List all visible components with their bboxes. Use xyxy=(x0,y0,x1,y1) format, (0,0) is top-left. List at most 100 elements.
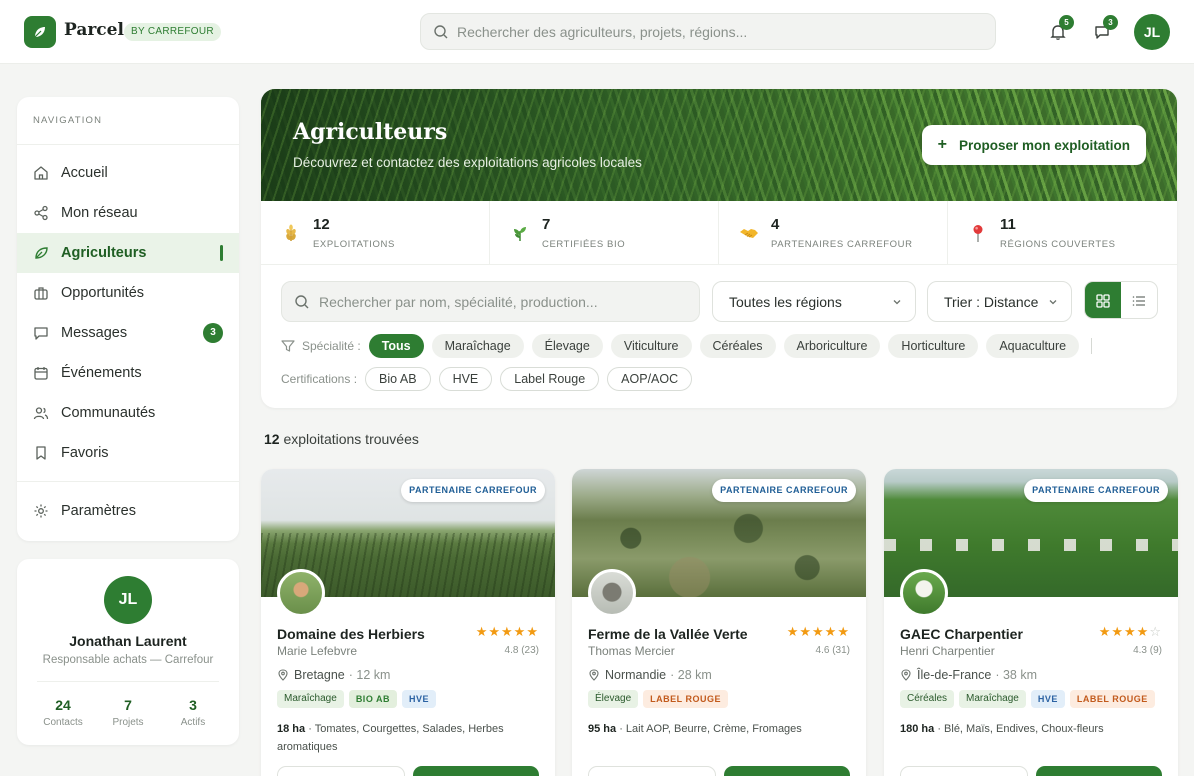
results-count-number: 12 xyxy=(264,431,280,447)
stat-value: 7 xyxy=(124,697,132,713)
sidebar-item-evenements[interactable]: Événements xyxy=(17,353,239,393)
search-icon xyxy=(295,294,309,308)
chip-arboriculture[interactable]: Arboriculture xyxy=(783,334,881,358)
rating-value: 4.3 (9) xyxy=(1133,645,1162,656)
sidebar-item-mon-reseau[interactable]: Mon réseau xyxy=(17,193,239,233)
sidebar-item-favoris[interactable]: Favoris xyxy=(17,433,239,473)
chip-label-rouge[interactable]: Label Rouge xyxy=(500,367,600,391)
stats-row: 12 EXPLOITATIONS 7 CERTIFIÉES BIO 4 PART… xyxy=(261,201,1177,265)
active-indicator xyxy=(220,245,223,261)
distance: · 38 km xyxy=(995,668,1038,682)
grid-view-button[interactable] xyxy=(1085,282,1121,318)
farm-card[interactable]: PARTENAIRE CARREFOUR GAEC Charpentier He… xyxy=(884,469,1178,776)
chip-elevage[interactable]: Élevage xyxy=(531,334,603,358)
sidebar-item-accueil[interactable]: Accueil xyxy=(17,153,239,193)
farm-description: 18 ha · Tomates, Courgettes, Salades, He… xyxy=(277,720,539,756)
stat-value: 24 xyxy=(55,697,71,713)
user-avatar[interactable]: JL xyxy=(1134,14,1170,50)
profile-stat-contacts[interactable]: 24 Contacts xyxy=(28,697,98,728)
results-count-text: exploitations trouvées xyxy=(283,431,419,447)
farm-name[interactable]: GAEC Charpentier xyxy=(900,626,1023,642)
farm-name[interactable]: Domaine des Herbiers xyxy=(277,626,425,642)
chip-aquaculture[interactable]: Aquaculture xyxy=(986,334,1080,358)
map-pin-icon xyxy=(901,669,911,681)
users-icon xyxy=(33,405,49,421)
farm-card[interactable]: PARTENAIRE CARREFOUR Domaine des Herbier… xyxy=(261,469,555,776)
primary-action-button[interactable] xyxy=(1036,766,1162,776)
search-icon xyxy=(434,24,448,38)
chip-maraichage[interactable]: Maraîchage xyxy=(431,334,524,358)
farm-location: Normandie · 28 km xyxy=(588,668,712,682)
results-count: 12 exploitations trouvées xyxy=(264,431,419,447)
list-view-button[interactable] xyxy=(1121,282,1157,318)
primary-action-button[interactable] xyxy=(724,766,850,776)
logo-text[interactable]: Parcel xyxy=(64,20,124,40)
map-pin-icon xyxy=(278,669,288,681)
farmer-name: Thomas Mercier xyxy=(588,644,675,658)
logo-leaf-icon[interactable] xyxy=(24,16,56,48)
specialty-filter-text: Spécialité : xyxy=(302,339,361,353)
farmer-avatar xyxy=(277,569,325,617)
farm-search-input[interactable]: Rechercher par nom, spécialité, producti… xyxy=(281,281,700,322)
secondary-action-button[interactable] xyxy=(588,766,716,776)
grid-icon xyxy=(1096,294,1110,308)
distance: · 28 km xyxy=(670,668,712,682)
sidebar-item-agriculteurs[interactable]: Agriculteurs xyxy=(17,233,239,273)
chip-hve[interactable]: HVE xyxy=(438,367,493,391)
sidebar-item-opportunites[interactable]: Opportunités xyxy=(17,273,239,313)
stat-label: Contacts xyxy=(43,717,83,728)
stat-partenaires-carrefour: 4 PARTENAIRES CARREFOUR xyxy=(719,201,948,265)
leaf-icon xyxy=(33,245,49,261)
sidebar-item-label: Événements xyxy=(61,365,142,381)
propose-exploitation-button[interactable]: + Proposer mon exploitation xyxy=(921,125,1146,165)
farm-surface: 180 ha xyxy=(900,723,935,735)
profile-stat-projets[interactable]: 7 Projets xyxy=(93,697,163,728)
map-pin-icon xyxy=(589,669,599,681)
stat-value: 7 xyxy=(542,216,551,233)
chip-tous[interactable]: Tous xyxy=(368,334,424,358)
farmer-name: Henri Charpentier xyxy=(900,644,995,658)
view-toggle xyxy=(1084,281,1158,319)
herb-icon xyxy=(510,223,530,243)
stat-exploitations: 12 EXPLOITATIONS xyxy=(261,201,490,265)
farm-card[interactable]: PARTENAIRE CARREFOUR Ferme de la Vallée … xyxy=(572,469,866,776)
sidebar-item-messages[interactable]: Messages 3 xyxy=(17,313,239,353)
region-select[interactable]: Toutes les régions xyxy=(712,281,916,322)
tag-bio: BIO AB xyxy=(348,690,397,708)
messages-count-badge: 3 xyxy=(1103,15,1118,30)
sidebar-item-label: Mon réseau xyxy=(61,205,138,221)
farm-description: 180 ha · Blé, Maïs, Endives, Choux-fleur… xyxy=(900,720,1162,738)
profile-name: Jonathan Laurent xyxy=(69,633,187,649)
farm-name[interactable]: Ferme de la Vallée Verte xyxy=(588,626,748,642)
chip-viticulture[interactable]: Viticulture xyxy=(610,334,692,358)
nav-heading: NAVIGATION xyxy=(33,115,103,126)
sort-select[interactable]: Trier : Distance xyxy=(927,281,1072,322)
region-select-value: Toutes les régions xyxy=(729,293,842,310)
stat-label: Projets xyxy=(112,717,144,728)
farmer-avatar xyxy=(588,569,636,617)
sidebar-item-label: Paramètres xyxy=(61,503,136,519)
sidebar-item-parametres[interactable]: Paramètres xyxy=(17,491,239,531)
chip-bio-ab[interactable]: Bio AB xyxy=(365,367,431,391)
sidebar-item-communautes[interactable]: Communautés xyxy=(17,393,239,433)
global-search-input[interactable]: Rechercher des agriculteurs, projets, ré… xyxy=(420,13,996,50)
chip-aop-aoc[interactable]: AOP/AOC xyxy=(607,367,693,391)
sidebar-item-label: Communautés xyxy=(61,405,156,421)
farmer-avatar xyxy=(900,569,948,617)
rating-value: 4.6 (31) xyxy=(815,645,850,656)
profile-role: Responsable achats — Carrefour xyxy=(42,654,214,666)
region-name: Île-de-France xyxy=(917,668,992,682)
primary-action-button[interactable] xyxy=(413,766,539,776)
sort-select-value: Trier : Distance xyxy=(944,293,1039,310)
propose-exploitation-label: Proposer mon exploitation xyxy=(958,137,1130,153)
nav-divider xyxy=(17,144,239,145)
farm-products: · Lait AOP, Beurre, Crème, Fromages xyxy=(619,723,802,735)
chat-icon xyxy=(33,325,49,341)
chip-horticulture[interactable]: Horticulture xyxy=(888,334,979,358)
profile-stat-actifs[interactable]: 3 Actifs xyxy=(158,697,228,728)
stat-label: RÉGIONS COUVERTES xyxy=(1000,239,1116,250)
secondary-action-button[interactable] xyxy=(900,766,1028,776)
profile-avatar[interactable]: JL xyxy=(104,576,152,624)
chip-cereales[interactable]: Céréales xyxy=(699,334,776,358)
secondary-action-button[interactable] xyxy=(277,766,405,776)
